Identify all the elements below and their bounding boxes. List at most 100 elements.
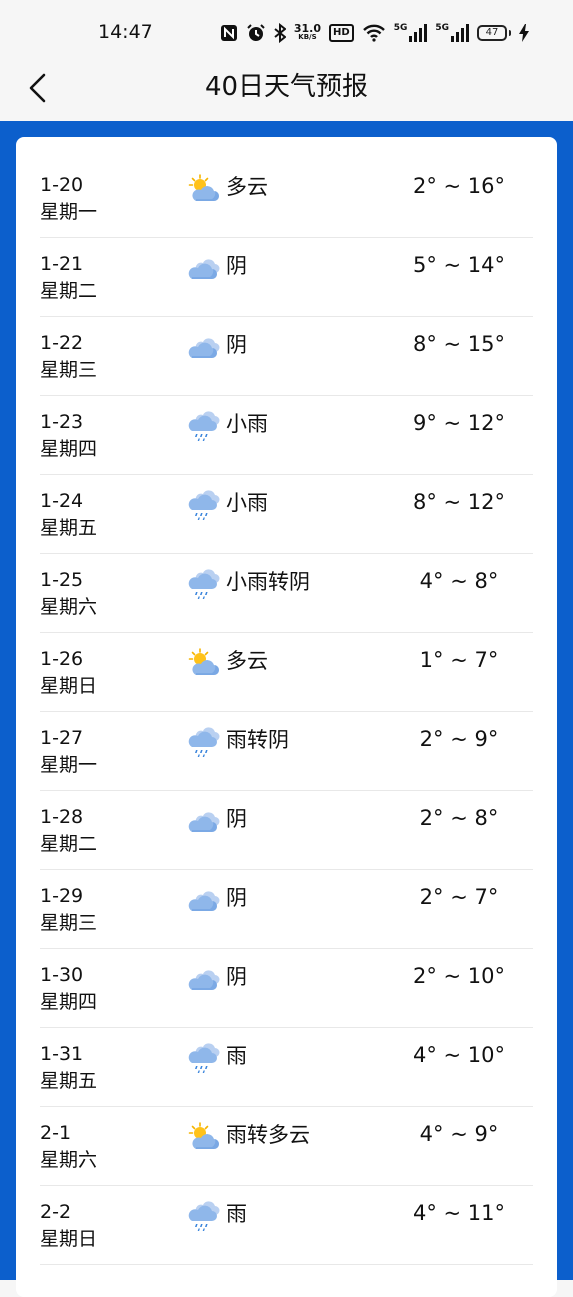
- forecast-date: 1-21: [40, 253, 84, 275]
- forecast-temp-range: 4° ~ 9°: [419, 1122, 499, 1146]
- network-speed: 31.0 KB/S: [293, 22, 322, 42]
- forecast-temp-range: 2° ~ 7°: [419, 885, 499, 909]
- signal-5g-2: 5G: [435, 24, 469, 42]
- rain-icon: [187, 1041, 221, 1075]
- forecast-date: 1-24: [40, 490, 84, 512]
- forecast-condition: 阴: [226, 254, 247, 278]
- overcast-icon: [187, 804, 221, 838]
- forecast-temp-range: 4° ~ 10°: [412, 1043, 506, 1067]
- partly-cloudy-icon: [187, 646, 221, 680]
- forecast-row[interactable]: 1-31 星期五 雨 4° ~ 10°: [40, 1028, 533, 1107]
- battery: 47: [477, 25, 511, 41]
- forecast-card: 1-20 星期一 多云 2° ~ 16° 1-21 星期二 阴 5° ~ 14°…: [16, 137, 557, 1297]
- forecast-temp-range: 1° ~ 7°: [419, 648, 499, 672]
- forecast-row[interactable]: 1-26 星期日 多云 1° ~ 7°: [40, 633, 533, 712]
- overcast-icon: [187, 251, 221, 285]
- forecast-condition: 阴: [226, 886, 247, 910]
- forecast-list: 1-20 星期一 多云 2° ~ 16° 1-21 星期二 阴 5° ~ 14°…: [40, 159, 533, 1265]
- forecast-row[interactable]: 1-20 星期一 多云 2° ~ 16°: [40, 159, 533, 238]
- forecast-row[interactable]: 1-28 星期二 阴 2° ~ 8°: [40, 791, 533, 870]
- hd-icon: HD: [329, 24, 354, 42]
- forecast-date: 1-20: [40, 174, 84, 196]
- forecast-weekday: 星期六: [40, 596, 98, 618]
- forecast-weekday: 星期六: [40, 1149, 98, 1171]
- forecast-date: 1-26: [40, 648, 84, 670]
- forecast-condition: 雨: [226, 1202, 247, 1226]
- forecast-row[interactable]: 1-25 星期六 小雨转阴 4° ~ 8°: [40, 554, 533, 633]
- forecast-date: 1-29: [40, 885, 84, 907]
- forecast-row[interactable]: 1-24 星期五 小雨 8° ~ 12°: [40, 475, 533, 554]
- forecast-temp-range: 2° ~ 8°: [419, 806, 499, 830]
- overcast-icon: [187, 962, 221, 996]
- forecast-condition: 小雨转阴: [226, 570, 310, 594]
- forecast-row[interactable]: 1-29 星期三 阴 2° ~ 7°: [40, 870, 533, 949]
- forecast-temp-range: 9° ~ 12°: [412, 411, 506, 435]
- rain-icon: [187, 409, 221, 443]
- forecast-date: 1-31: [40, 1043, 84, 1065]
- signal-5g-1: 5G: [394, 24, 428, 42]
- forecast-weekday: 星期五: [40, 517, 98, 539]
- network-speed-value: 31.0: [293, 22, 322, 35]
- forecast-temp-range: 2° ~ 10°: [412, 964, 506, 988]
- forecast-temp-range: 2° ~ 9°: [419, 727, 499, 751]
- forecast-row[interactable]: 1-21 星期二 阴 5° ~ 14°: [40, 238, 533, 317]
- forecast-weekday: 星期二: [40, 833, 98, 855]
- forecast-row[interactable]: 1-23 星期四 小雨 9° ~ 12°: [40, 396, 533, 475]
- battery-tip: [509, 30, 511, 36]
- forecast-temp-range: 8° ~ 15°: [412, 332, 506, 356]
- forecast-weekday: 星期三: [40, 359, 98, 381]
- rain-icon: [187, 488, 221, 522]
- forecast-row[interactable]: 1-22 星期三 阴 8° ~ 15°: [40, 317, 533, 396]
- overcast-icon: [187, 883, 221, 917]
- forecast-condition: 多云: [226, 175, 268, 199]
- forecast-weekday: 星期五: [40, 1070, 98, 1092]
- signal-5g-2-label: 5G: [435, 23, 449, 33]
- forecast-temp-range: 8° ~ 12°: [412, 490, 506, 514]
- partly-cloudy-icon: [187, 1120, 221, 1154]
- forecast-weekday: 星期三: [40, 912, 98, 934]
- forecast-condition: 雨转阴: [226, 728, 289, 752]
- alarm-icon: [246, 22, 266, 44]
- forecast-temp-range: 5° ~ 14°: [412, 253, 506, 277]
- forecast-date: 1-22: [40, 332, 84, 354]
- forecast-condition: 阴: [226, 965, 247, 989]
- app-header: 40日天气预报: [0, 64, 573, 121]
- forecast-date: 1-23: [40, 411, 84, 433]
- forecast-condition: 雨: [226, 1044, 247, 1068]
- battery-level: 47: [477, 25, 507, 41]
- status-bar: 14:47 31.0 KB/S HD 5G 5G 47: [0, 0, 573, 64]
- overcast-icon: [187, 330, 221, 364]
- forecast-date: 2-2: [40, 1201, 72, 1223]
- forecast-weekday: 星期一: [40, 201, 98, 223]
- forecast-weekday: 星期四: [40, 991, 98, 1013]
- rain-icon: [187, 725, 221, 759]
- nfc-icon: [220, 22, 238, 44]
- rain-icon: [187, 567, 221, 601]
- signal-5g-1-label: 5G: [393, 23, 408, 33]
- forecast-date: 1-27: [40, 727, 84, 749]
- forecast-row[interactable]: 1-27 星期一 雨转阴 2° ~ 9°: [40, 712, 533, 791]
- forecast-date: 1-25: [40, 569, 84, 591]
- charging-icon: [519, 22, 529, 44]
- forecast-weekday: 星期一: [40, 754, 98, 776]
- status-time: 14:47: [98, 21, 153, 43]
- bluetooth-icon: [274, 22, 286, 44]
- signal-bars-1-icon: [409, 24, 428, 42]
- network-speed-unit: KB/S: [298, 33, 317, 41]
- forecast-date: 2-1: [40, 1122, 72, 1144]
- forecast-date: 1-28: [40, 806, 84, 828]
- forecast-row[interactable]: 2-2 星期日 雨 4° ~ 11°: [40, 1186, 533, 1265]
- forecast-condition: 阴: [226, 807, 247, 831]
- forecast-condition: 雨转多云: [226, 1123, 310, 1147]
- signal-bars-2-icon: [451, 24, 469, 42]
- status-icons: 31.0 KB/S HD 5G 5G 47: [220, 20, 529, 46]
- forecast-weekday: 星期日: [40, 1228, 98, 1250]
- partly-cloudy-icon: [187, 172, 221, 206]
- forecast-row[interactable]: 1-30 星期四 阴 2° ~ 10°: [40, 949, 533, 1028]
- forecast-row[interactable]: 2-1 星期六 雨转多云 4° ~ 9°: [40, 1107, 533, 1186]
- forecast-condition: 阴: [226, 333, 247, 357]
- forecast-condition: 小雨: [226, 412, 268, 436]
- rain-icon: [187, 1199, 221, 1233]
- wifi-icon: [362, 22, 386, 44]
- forecast-weekday: 星期日: [40, 675, 98, 697]
